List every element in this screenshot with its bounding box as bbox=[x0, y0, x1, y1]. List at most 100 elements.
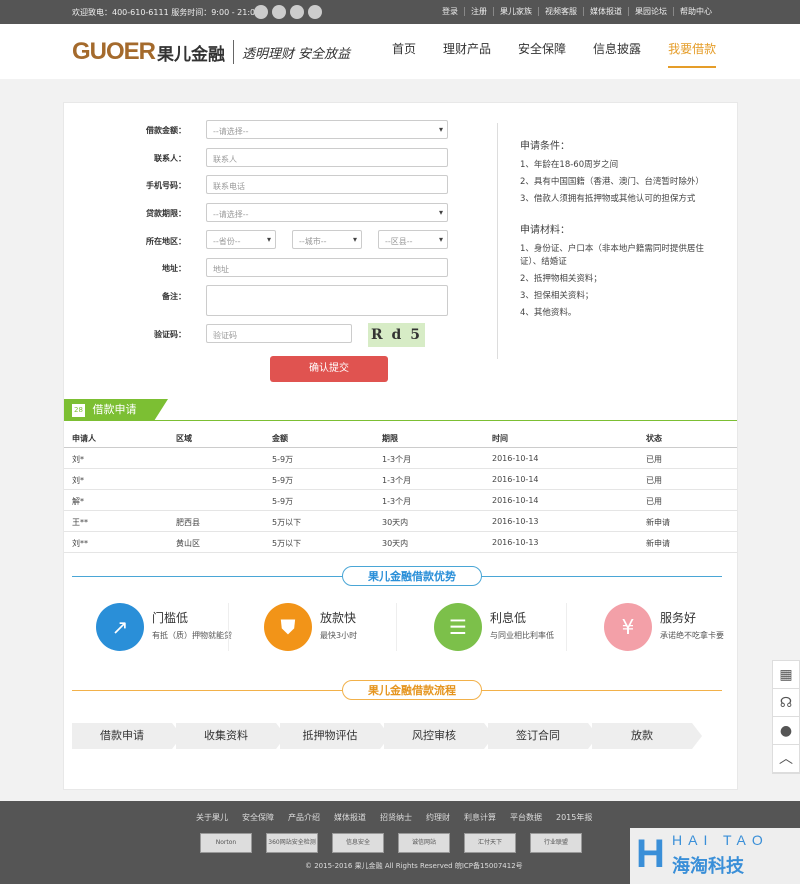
cell: 刘* bbox=[72, 455, 84, 464]
province-value: --省份-- bbox=[213, 237, 241, 246]
chinapnr-badge[interactable]: 汇付天下 bbox=[464, 833, 516, 853]
advantages-divider: 果儿金融借款优势 bbox=[72, 566, 722, 586]
col-time: 时间 bbox=[492, 434, 508, 443]
footer-link[interactable]: 利息计算 bbox=[464, 812, 496, 823]
help-link[interactable]: 帮助中心 bbox=[673, 7, 718, 16]
term-value: --请选择-- bbox=[213, 210, 249, 219]
step-contract: 签订合同 bbox=[488, 723, 598, 749]
nav-borrow[interactable]: 我要借款 bbox=[668, 40, 717, 68]
advantages-title: 果儿金融借款优势 bbox=[342, 566, 482, 586]
col-amount: 金额 bbox=[272, 434, 288, 443]
header: GUOER 果儿金融 透明理财 安全放益 首页 理财产品 安全保障 信息披露 我… bbox=[0, 24, 800, 79]
address-input[interactable]: 地址 bbox=[206, 258, 448, 277]
nav-security[interactable]: 安全保障 bbox=[518, 40, 566, 68]
footer-link[interactable]: 安全保障 bbox=[242, 812, 274, 823]
cell: 1-3个月 bbox=[382, 455, 412, 464]
col-region: 区域 bbox=[176, 434, 192, 443]
note-textarea[interactable] bbox=[206, 285, 448, 316]
term-select[interactable]: --请选择-- bbox=[206, 203, 448, 222]
mobile-icon[interactable] bbox=[308, 5, 322, 19]
phone-input[interactable]: 联系电话 bbox=[206, 175, 448, 194]
cell: 5-9万 bbox=[272, 497, 294, 506]
advantage-title: 服务好 bbox=[660, 611, 697, 625]
cell: 黄山区 bbox=[176, 539, 200, 548]
footer-link[interactable]: 媒体报道 bbox=[334, 812, 366, 823]
calculator-icon[interactable]: ▦ bbox=[773, 661, 799, 689]
cell: 1-3个月 bbox=[382, 476, 412, 485]
qq-icon[interactable]: ● bbox=[773, 717, 799, 745]
watermark-letter: H bbox=[636, 832, 665, 876]
city-value: --城市-- bbox=[299, 237, 327, 246]
footer-link[interactable]: 2015年报 bbox=[556, 812, 592, 823]
main-nav: 首页 理财产品 安全保障 信息披露 我要借款 bbox=[392, 40, 743, 68]
logo[interactable]: GUOER 果儿金融 透明理财 安全放益 bbox=[72, 38, 350, 66]
condition-item: 2、具有中国国籍（香港、澳门、台湾暂时除外） bbox=[520, 177, 704, 187]
col-term: 期限 bbox=[382, 434, 398, 443]
qq-icon[interactable] bbox=[290, 5, 304, 19]
register-link[interactable]: 注册 bbox=[464, 7, 493, 16]
cell: 2016-10-14 bbox=[492, 475, 539, 484]
submit-button[interactable]: 确认提交 bbox=[270, 356, 388, 382]
weibo-icon[interactable] bbox=[254, 5, 268, 19]
media-link[interactable]: 媒体报道 bbox=[583, 7, 628, 16]
family-link[interactable]: 果儿家族 bbox=[493, 7, 538, 16]
process-divider: 果儿金融借款流程 bbox=[72, 680, 722, 700]
norton-badge[interactable]: Norton bbox=[200, 833, 252, 853]
contact-placeholder: 联系人 bbox=[213, 155, 237, 164]
nav-home[interactable]: 首页 bbox=[392, 40, 416, 68]
cell: 30天内 bbox=[382, 539, 409, 548]
step-risk: 风控审核 bbox=[384, 723, 494, 749]
footer-link[interactable]: 约理财 bbox=[426, 812, 450, 823]
table-row: 刘* 5-9万 1-3个月 2016-10-14 已用 bbox=[64, 469, 737, 490]
step-collect: 收集资料 bbox=[176, 723, 286, 749]
wechat-icon[interactable] bbox=[272, 5, 286, 19]
cell: 已用 bbox=[646, 497, 662, 506]
nav-products[interactable]: 理财产品 bbox=[443, 40, 491, 68]
captcha-label: 验证码： bbox=[154, 330, 186, 339]
material-item: 3、担保相关资料； bbox=[520, 291, 594, 301]
city-select[interactable]: --城市-- bbox=[292, 230, 362, 249]
advantage-separator bbox=[566, 603, 567, 651]
headset-icon[interactable]: ☊ bbox=[773, 689, 799, 717]
province-select[interactable]: --省份-- bbox=[206, 230, 276, 249]
address-label: 地址： bbox=[162, 264, 186, 273]
video-service-link[interactable]: 视频客服 bbox=[538, 7, 583, 16]
cell: 王** bbox=[72, 518, 88, 527]
table-row: 刘** 黄山区 5万以下 30天内 2016-10-13 新申请 bbox=[64, 532, 737, 553]
footer-link[interactable]: 平台数据 bbox=[510, 812, 542, 823]
captcha-input[interactable]: 验证码 bbox=[206, 324, 352, 343]
logo-en: GUOER bbox=[72, 38, 156, 65]
login-link[interactable]: 登录 bbox=[436, 7, 464, 16]
advantage-item: ⛊ 放款快 最快3小时 bbox=[264, 603, 400, 651]
nav-disclosure[interactable]: 信息披露 bbox=[593, 40, 641, 68]
conditions-block: 申请条件： 1、年龄在18-60周岁之间 2、具有中国国籍（香港、澳门、台湾暂时… bbox=[520, 140, 720, 320]
industry-badge[interactable]: 行业联盟 bbox=[530, 833, 582, 853]
cell: 新申请 bbox=[646, 518, 670, 527]
forum-link[interactable]: 果园论坛 bbox=[628, 7, 673, 16]
yen-icon: ¥ bbox=[604, 603, 652, 651]
step-apply: 借款申请 bbox=[72, 723, 182, 749]
contact-input[interactable]: 联系人 bbox=[206, 148, 448, 167]
contact-label: 联系人： bbox=[154, 154, 186, 163]
footer-link[interactable]: 关于果儿 bbox=[196, 812, 228, 823]
security-360-badge[interactable]: 360网站安全检测 bbox=[266, 833, 318, 853]
captcha-image[interactable]: R d 5 bbox=[368, 323, 425, 347]
credit-site-badge[interactable]: 诚信网站 bbox=[398, 833, 450, 853]
materials-title: 申请材料： bbox=[520, 225, 570, 236]
info-security-badge[interactable]: 信息安全 bbox=[332, 833, 384, 853]
phone-label: 手机号码： bbox=[146, 181, 186, 190]
cell: 5万以下 bbox=[272, 518, 302, 527]
material-item: 4、其他资料。 bbox=[520, 308, 577, 318]
floating-sidebar: ▦ ☊ ● ︿ bbox=[772, 660, 800, 774]
back-to-top-icon[interactable]: ︿ bbox=[773, 745, 799, 773]
watermark-cn: 海淘科技 bbox=[672, 856, 744, 877]
captcha-placeholder: 验证码 bbox=[213, 331, 237, 340]
district-select[interactable]: --区县-- bbox=[378, 230, 448, 249]
table-header: 申请人 区域 金额 期限 时间 状态 bbox=[64, 427, 737, 448]
step-disburse: 放款 bbox=[592, 723, 702, 749]
footer-link[interactable]: 招贤纳士 bbox=[380, 812, 412, 823]
amount-select[interactable]: --请选择-- bbox=[206, 120, 448, 139]
footer-link[interactable]: 产品介绍 bbox=[288, 812, 320, 823]
advantage-item: ↗ 门槛低 有抵（质）押物就能贷 bbox=[96, 603, 232, 651]
cell: 1-3个月 bbox=[382, 497, 412, 506]
